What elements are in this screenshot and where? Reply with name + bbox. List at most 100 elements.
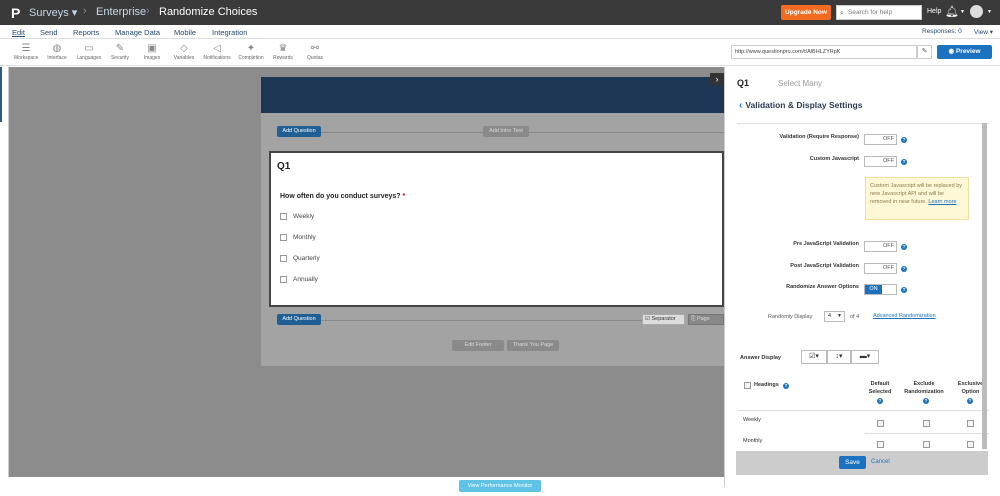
question-text[interactable]: How often do you conduct surveys? *: [280, 193, 405, 200]
add-intro-text-button[interactable]: Add Intro Text: [483, 126, 529, 137]
separator-toggle[interactable]: ☑ Separator: [642, 314, 685, 325]
validation-toggle[interactable]: OFF: [864, 134, 897, 145]
question-number: Q1: [277, 161, 291, 172]
randomize-answer-options-toggle[interactable]: ON: [864, 284, 897, 295]
table-format-icon: ▬▾: [859, 353, 871, 360]
view-performance-monitor-button[interactable]: View Performance Monitor: [459, 480, 541, 492]
thank-you-page-button[interactable]: Thank You Page: [507, 340, 559, 351]
menu-send[interactable]: Send: [40, 28, 58, 37]
survey-url-field[interactable]: http://www.questionpro.com/t/AlBHLZYRpK: [731, 45, 917, 59]
help-icon[interactable]: ?: [923, 398, 929, 404]
help-icon[interactable]: ?: [783, 383, 789, 389]
tool-interface[interactable]: ◍ Interface: [40, 43, 74, 61]
trophy-icon: ♛: [278, 43, 288, 54]
chevron-down-icon[interactable]: ▼: [960, 9, 965, 15]
advanced-randomization-link[interactable]: Advanced Randomization: [873, 313, 936, 319]
answer-display-checkbox-style-button[interactable]: ☑▾: [801, 350, 827, 364]
help-icon[interactable]: ?: [901, 287, 907, 293]
menu-edit[interactable]: Edit: [12, 28, 25, 37]
tool-quotas[interactable]: ⚯ Quotas: [298, 43, 332, 61]
checkbox[interactable]: [280, 276, 287, 283]
select-value: 4: [828, 313, 832, 319]
exclusive-option-checkbox[interactable]: [967, 420, 974, 427]
responses-count[interactable]: Responses: 0: [922, 28, 962, 35]
chevron-down-icon: ▼: [837, 313, 842, 319]
exclude-randomization-checkbox[interactable]: [923, 441, 930, 448]
breadcrumb-enterprise[interactable]: Enterprise: [96, 6, 146, 18]
upgrade-now-button[interactable]: Upgrade Now: [781, 5, 831, 20]
custom-javascript-toggle[interactable]: OFF: [864, 156, 897, 167]
save-button[interactable]: Save: [839, 456, 866, 469]
languages-icon: ▭: [84, 43, 94, 54]
help-icon[interactable]: ?: [967, 398, 973, 404]
panel-scrollbar[interactable]: [982, 123, 987, 449]
help-icon[interactable]: ?: [901, 137, 907, 143]
avatar[interactable]: [970, 5, 983, 18]
view-menu[interactable]: View ▾: [974, 28, 993, 36]
answer-option[interactable]: Annually: [280, 276, 318, 283]
tool-rewards[interactable]: ♛ Rewards: [266, 43, 300, 61]
help-link[interactable]: Help: [927, 8, 941, 15]
panel-question-type[interactable]: Select Many: [778, 79, 822, 88]
survey-header[interactable]: [261, 77, 724, 113]
learn-more-link[interactable]: Learn more: [928, 199, 956, 205]
pre-javascript-validation-toggle[interactable]: OFF: [864, 241, 897, 252]
tool-variables[interactable]: ◇ Variables: [167, 43, 201, 61]
default-selected-checkbox[interactable]: [877, 420, 884, 427]
custom-javascript-note: Custom Javascript will be replaced by ne…: [865, 177, 969, 220]
answer-display-layout-button[interactable]: ↕▾: [827, 350, 851, 364]
answer-display-format-button[interactable]: ▬▾: [851, 350, 879, 364]
help-icon[interactable]: ?: [877, 398, 883, 404]
quotas-icon: ⚯: [310, 43, 320, 54]
menu-integration[interactable]: Integration: [212, 28, 247, 37]
checkbox[interactable]: [280, 255, 287, 262]
eye-icon: ◉: [948, 48, 956, 55]
add-question-bottom-button[interactable]: Add Question: [277, 314, 321, 325]
default-selected-checkbox[interactable]: [877, 441, 884, 448]
pencil-icon[interactable]: ✎: [917, 45, 932, 59]
bell-icon[interactable]: 🔔︎: [945, 5, 959, 18]
menu-manage-data[interactable]: Manage Data: [115, 28, 160, 37]
checkbox[interactable]: [280, 234, 287, 241]
add-question-button[interactable]: Add Question: [277, 126, 321, 137]
randomly-display-select[interactable]: 4 ▼: [824, 311, 845, 322]
page-break-button[interactable]: ⎘ Page Break: [688, 314, 724, 325]
cancel-link[interactable]: Cancel: [871, 459, 890, 465]
tool-notifications[interactable]: ◁ Notifications: [200, 43, 234, 61]
edit-footer-button[interactable]: Edit Footer: [452, 340, 504, 351]
post-javascript-validation-toggle[interactable]: OFF: [864, 263, 897, 274]
exclusive-option-checkbox[interactable]: [967, 441, 974, 448]
checkbox[interactable]: [280, 213, 287, 220]
tool-completion[interactable]: ✦ Completion: [234, 43, 268, 61]
answer-option[interactable]: Monthly: [280, 234, 316, 241]
tool-images[interactable]: ▣ Images: [135, 43, 169, 61]
menu-mobile[interactable]: Mobile: [174, 28, 196, 37]
wrench-icon: ✎: [115, 43, 125, 54]
help-search-input[interactable]: ⌕ Search for help: [836, 5, 922, 20]
breadcrumb-surveys[interactable]: Surveys ▾: [29, 6, 77, 19]
chevron-down-icon[interactable]: ▼: [987, 9, 992, 15]
tool-security[interactable]: ✎ Security: [103, 43, 137, 61]
option-label: Quarterly: [293, 255, 320, 263]
help-icon[interactable]: ?: [901, 159, 907, 165]
tool-workspace[interactable]: ☰ Workspace: [9, 43, 43, 61]
headings-checkbox[interactable]: [744, 382, 751, 389]
tool-label: Quotas: [306, 55, 324, 61]
post-javascript-validation-label: Post JavaScript Validation: [790, 263, 859, 269]
help-icon[interactable]: ?: [901, 244, 907, 250]
question-card[interactable]: Q1 How often do you conduct surveys? * W…: [269, 151, 724, 307]
chevron-left-icon[interactable]: ‹: [739, 100, 742, 111]
toggle-state: OFF: [883, 158, 894, 164]
tool-label: Variables: [173, 55, 195, 61]
tool-languages[interactable]: ▭ Languages: [72, 43, 106, 61]
preview-button[interactable]: ◉ Preview: [937, 45, 992, 59]
chevron-right-icon[interactable]: ›: [710, 73, 724, 85]
panel-heading[interactable]: ‹ Validation & Display Settings: [739, 100, 862, 111]
randomly-display-total: of 4: [850, 314, 860, 320]
menu-reports[interactable]: Reports: [73, 28, 99, 37]
help-icon[interactable]: ?: [901, 266, 907, 272]
questionpro-logo[interactable]: P: [11, 5, 20, 21]
exclude-randomization-checkbox[interactable]: [923, 420, 930, 427]
answer-option[interactable]: Weekly: [280, 213, 314, 220]
answer-option[interactable]: Quarterly: [280, 255, 320, 262]
